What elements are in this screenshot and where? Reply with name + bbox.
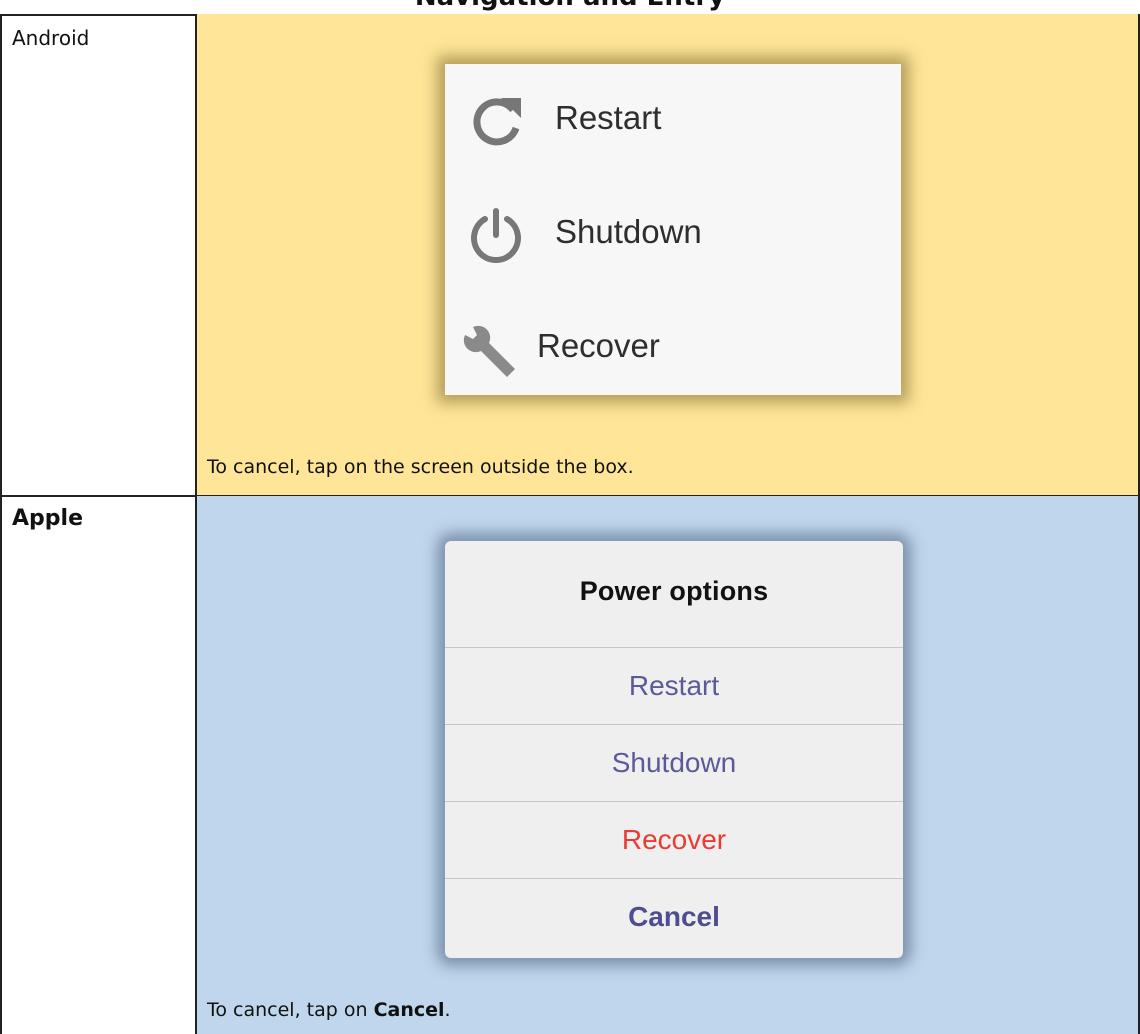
android-restart-label: Restart: [555, 99, 662, 136]
apple-shutdown-button[interactable]: Shutdown: [445, 724, 903, 801]
apple-cancel-note-suffix: .: [444, 999, 451, 1021]
apple-restart-button[interactable]: Restart: [445, 647, 903, 724]
table-row-android: Android Restart Shutdown Recover To canc…: [0, 14, 1140, 497]
apple-dialog-title: Power options: [579, 576, 769, 606]
apple-recover-button[interactable]: Recover: [445, 801, 903, 878]
apple-content-cell: Power options Restart Shutdown Recover C…: [197, 496, 1140, 1034]
platform-label-android: Android: [0, 14, 197, 495]
android-shutdown-label: Shutdown: [555, 213, 702, 250]
android-recover-item[interactable]: Recover: [445, 307, 901, 387]
platform-label-apple: Apple: [0, 496, 197, 1034]
table-row-apple: Apple Power options Restart Shutdown Rec…: [0, 496, 1140, 1034]
android-restart-item[interactable]: Restart: [445, 79, 901, 159]
android-cancel-note: To cancel, tap on the screen outside the…: [207, 456, 634, 478]
apple-power-dialog: Power options Restart Shutdown Recover C…: [445, 541, 903, 958]
apple-cancel-note-bold: Cancel: [373, 999, 445, 1021]
restart-icon: [469, 94, 525, 150]
apple-cancel-note: To cancel, tap on Cancel.: [207, 999, 451, 1021]
android-content-cell[interactable]: Restart Shutdown Recover To cancel, tap …: [197, 14, 1140, 495]
apple-cancel-note-prefix: To cancel, tap on: [207, 999, 374, 1021]
power-icon: [467, 207, 525, 265]
page: Navigation and Entry Android Restart: [0, 0, 1140, 1034]
wrench-icon: [459, 321, 521, 383]
table-header-title: Navigation and Entry: [0, 0, 1140, 12]
android-recover-label: Recover: [537, 327, 660, 364]
android-shutdown-item[interactable]: Shutdown: [445, 193, 901, 273]
apple-cancel-button[interactable]: Cancel: [445, 878, 903, 955]
android-power-menu: Restart Shutdown Recover: [445, 64, 901, 395]
